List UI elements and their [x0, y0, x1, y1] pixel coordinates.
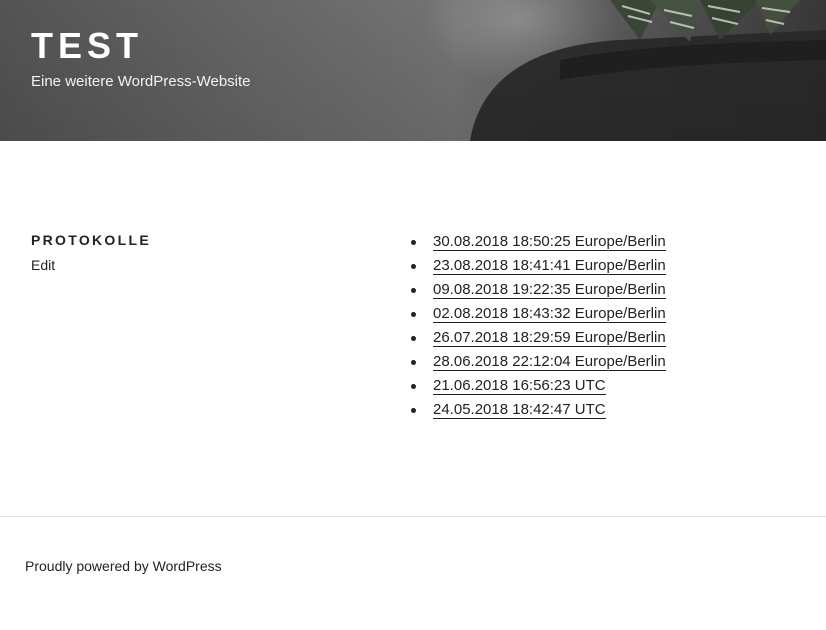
- protocol-link[interactable]: 28.06.2018 22:12:04 Europe/Berlin: [433, 353, 666, 371]
- protocol-link[interactable]: 24.05.2018 18:42:47 UTC: [433, 401, 606, 419]
- bullet-icon: [411, 240, 416, 245]
- list-item: 28.06.2018 22:12:04 Europe/Berlin: [411, 350, 666, 374]
- page-title: PROTOKOLLE: [31, 232, 151, 248]
- protocol-link[interactable]: 30.08.2018 18:50:25 Europe/Berlin: [433, 233, 666, 251]
- bullet-icon: [411, 336, 416, 341]
- bullet-icon: [411, 312, 416, 317]
- list-item: 21.06.2018 16:56:23 UTC: [411, 374, 666, 398]
- protocol-list: 30.08.2018 18:50:25 Europe/Berlin 23.08.…: [411, 230, 666, 422]
- list-item: 26.07.2018 18:29:59 Europe/Berlin: [411, 326, 666, 350]
- bullet-icon: [411, 264, 416, 269]
- protocol-link[interactable]: 21.06.2018 16:56:23 UTC: [433, 377, 606, 395]
- footer-divider: [0, 516, 826, 517]
- bullet-icon: [411, 384, 416, 389]
- protocol-link[interactable]: 23.08.2018 18:41:41 Europe/Berlin: [433, 257, 666, 275]
- bullet-icon: [411, 288, 416, 293]
- site-header: TEST Eine weitere WordPress-Website: [0, 0, 826, 141]
- list-item: 30.08.2018 18:50:25 Europe/Berlin: [411, 230, 666, 254]
- bullet-icon: [411, 408, 416, 413]
- protocol-link[interactable]: 09.08.2018 19:22:35 Europe/Berlin: [433, 281, 666, 299]
- list-item: 09.08.2018 19:22:35 Europe/Berlin: [411, 278, 666, 302]
- list-item: 23.08.2018 18:41:41 Europe/Berlin: [411, 254, 666, 278]
- site-description: Eine weitere WordPress-Website: [31, 73, 251, 90]
- protocol-link[interactable]: 26.07.2018 18:29:59 Europe/Berlin: [433, 329, 666, 347]
- bullet-icon: [411, 360, 416, 365]
- edit-link[interactable]: Edit: [31, 255, 55, 275]
- list-item: 02.08.2018 18:43:32 Europe/Berlin: [411, 302, 666, 326]
- footer-credit-link[interactable]: Proudly powered by WordPress: [25, 556, 222, 576]
- list-item: 24.05.2018 18:42:47 UTC: [411, 398, 666, 422]
- site-title[interactable]: TEST: [31, 24, 143, 68]
- protocol-link[interactable]: 02.08.2018 18:43:32 Europe/Berlin: [433, 305, 666, 323]
